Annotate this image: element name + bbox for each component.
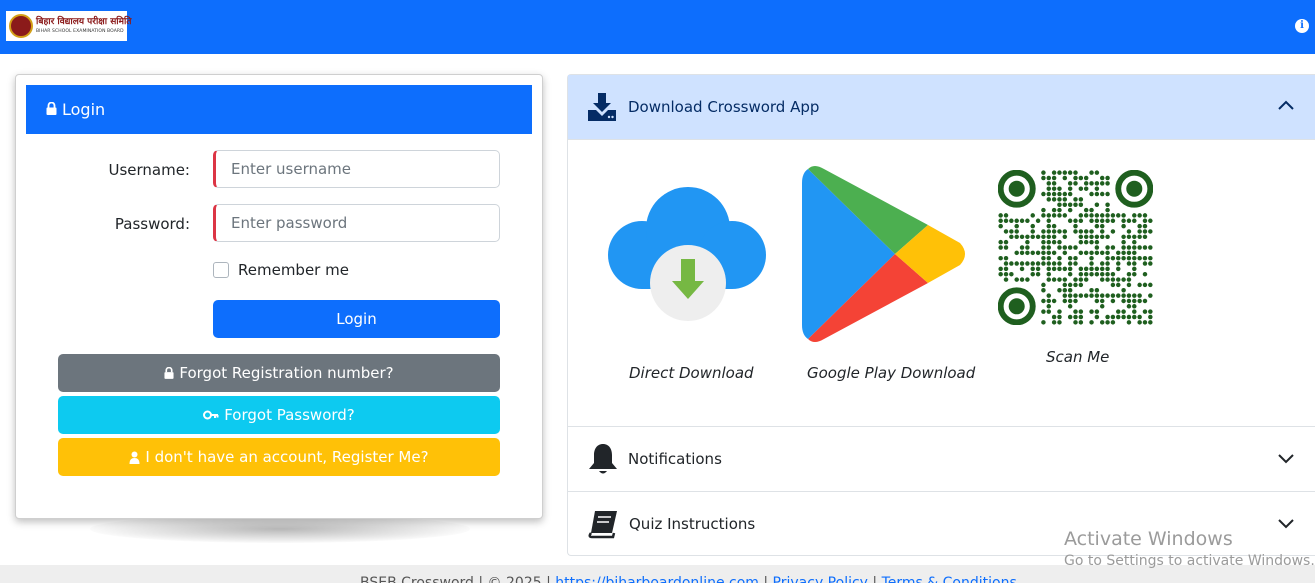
activate-windows-title: Activate Windows: [1064, 528, 1233, 550]
lock-icon: [46, 102, 57, 115]
logo-english-text: BIHAR SCHOOL EXAMINATION BOARD: [36, 28, 124, 34]
terms-link[interactable]: Terms & Conditions: [882, 575, 1017, 583]
register-label: I don't have an account, Register Me?: [145, 448, 429, 466]
seal-icon: [9, 14, 33, 38]
remember-label: Remember me: [238, 261, 349, 279]
top-navbar: बिहार विद्यालय परीक्षा समिति BIHAR SCHOO…: [0, 0, 1315, 54]
download-app-title: Download Crossword App: [628, 98, 820, 116]
login-title: Login: [62, 100, 106, 119]
forgot-password-label: Forgot Password?: [224, 406, 355, 424]
bell-icon: [589, 444, 617, 474]
register-button[interactable]: I don't have an account, Register Me?: [58, 438, 500, 476]
qr-code-icon[interactable]: [998, 170, 1153, 325]
download-app-header[interactable]: Download Crossword App: [568, 75, 1315, 140]
notifications-title: Notifications: [628, 450, 722, 468]
quiz-instructions-title: Quiz Instructions: [629, 515, 756, 533]
info-accordion: Download Crossword App Direct Download G…: [567, 74, 1315, 556]
forgot-registration-label: Forgot Registration number?: [179, 364, 394, 382]
login-header: Login: [26, 85, 532, 134]
username-label: Username:: [108, 161, 190, 179]
scan-me-caption: Scan Me: [1046, 348, 1110, 366]
username-input[interactable]: [213, 150, 500, 188]
google-play-icon[interactable]: [800, 163, 970, 345]
notifications-header[interactable]: Notifications: [568, 426, 1315, 491]
chevron-down-icon: [1278, 454, 1294, 464]
google-play-caption[interactable]: Google Play Download: [807, 364, 975, 382]
footer-copyright: BSEB Crossword | © 2025 |: [360, 575, 551, 583]
card-shadow: [90, 515, 470, 543]
book-icon: [588, 511, 617, 539]
chevron-down-icon: [1278, 519, 1294, 529]
logo-hindi-text: बिहार विद्यालय परीक्षा समिति: [36, 16, 132, 27]
key-icon: [203, 410, 219, 420]
login-button[interactable]: Login: [213, 300, 500, 338]
footer-link[interactable]: https://biharboardonline.com: [555, 575, 759, 583]
activate-windows-subtitle: Go to Settings to activate Windows.: [1064, 553, 1315, 569]
password-label: Password:: [114, 215, 190, 233]
lock-icon: [164, 367, 174, 379]
chevron-up-icon: [1278, 100, 1294, 110]
download-icon: [588, 93, 616, 121]
direct-download-caption[interactable]: Direct Download: [629, 364, 754, 382]
forgot-registration-button[interactable]: Forgot Registration number?: [58, 354, 500, 392]
forgot-password-button[interactable]: Forgot Password?: [58, 396, 500, 434]
bseb-logo[interactable]: बिहार विद्यालय परीक्षा समिति BIHAR SCHOO…: [6, 11, 132, 41]
remember-me[interactable]: Remember me: [213, 261, 349, 279]
remember-checkbox[interactable]: [213, 262, 229, 278]
info-icon[interactable]: i: [1295, 19, 1309, 33]
cloud-download-icon[interactable]: [608, 187, 768, 322]
privacy-link[interactable]: Privacy Policy: [773, 575, 868, 583]
user-icon: [129, 451, 140, 464]
login-card: Login Username: Password: Remember me Lo…: [15, 74, 543, 519]
password-input[interactable]: [213, 204, 500, 242]
